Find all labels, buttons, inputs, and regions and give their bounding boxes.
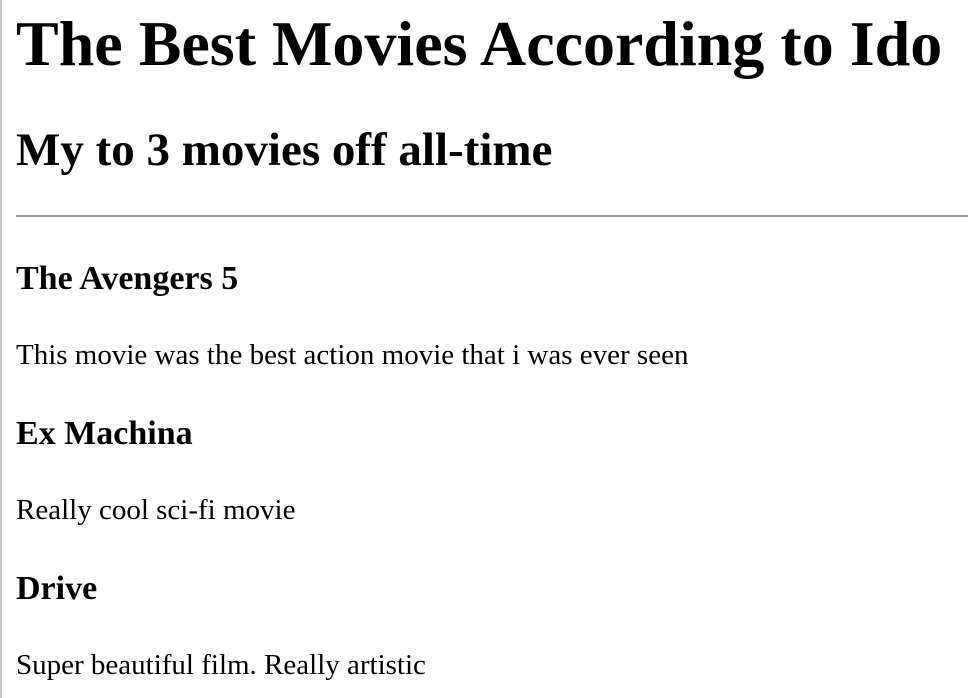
movie-list: The Avengers 5 This movie was the best a… — [16, 253, 968, 698]
movie-item-avengers-5: The Avengers 5 This movie was the best a… — [16, 253, 968, 408]
viewport-left-edge — [0, 0, 2, 698]
movie-item-drive: Drive Super beautiful film. Really artis… — [16, 563, 968, 698]
movie-description: This movie was the best action movie tha… — [16, 339, 689, 371]
page-subtitle: My to 3 movies off all-time — [16, 124, 553, 176]
movie-item-ex-machina: Ex Machina Really cool sci-fi movie — [16, 408, 968, 563]
movie-title: The Avengers 5 — [16, 260, 239, 297]
movie-title: Ex Machina — [16, 415, 193, 452]
movie-title: Drive — [16, 570, 98, 607]
movie-description: Really cool sci-fi movie — [16, 494, 296, 526]
movie-description: Super beautiful film. Really artistic — [16, 649, 426, 681]
page-title: The Best Movies According to Ido — [16, 8, 943, 79]
horizontal-divider — [16, 215, 968, 217]
